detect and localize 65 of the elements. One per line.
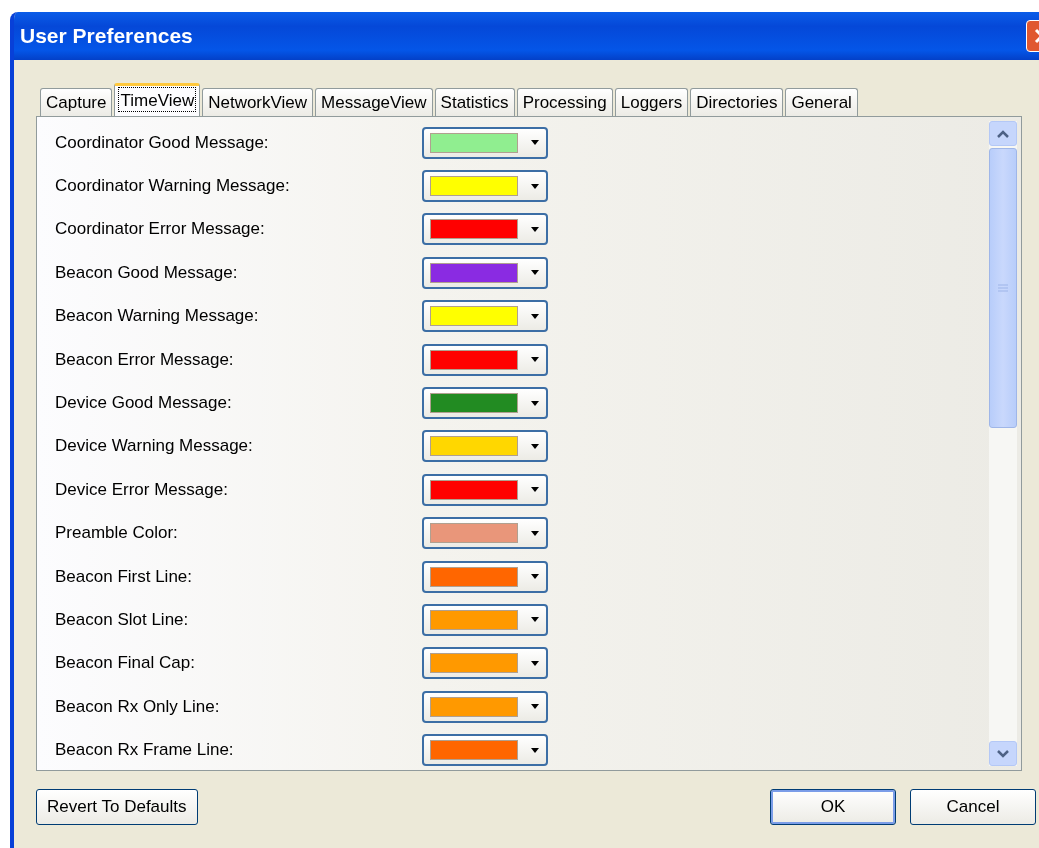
- setting-label: Coordinator Warning Message:: [55, 176, 291, 197]
- caret-icon: [531, 357, 539, 363]
- tab[interactable]: Processing: [516, 88, 613, 116]
- tab[interactable]: General: [785, 88, 858, 116]
- caret-icon: [531, 226, 539, 232]
- chevron-down-icon: [997, 749, 1009, 758]
- cancel-button[interactable]: Cancel: [910, 789, 1036, 825]
- scroll-up-button[interactable]: [989, 121, 1017, 146]
- tab[interactable]: TimeView: [114, 83, 201, 116]
- ok-button[interactable]: OK: [770, 789, 896, 825]
- setting-label: Beacon Slot Line:: [55, 610, 190, 630]
- caret-icon: [531, 270, 539, 276]
- setting-label: Beacon Good Message:: [55, 262, 239, 283]
- caret-icon: [531, 313, 539, 319]
- setting-label: Beacon Final Cap:: [55, 653, 196, 674]
- revert-to-defaults-button[interactable]: Revert To Defaults: [36, 789, 198, 825]
- chevron-up-icon: [997, 129, 1009, 138]
- caret-icon: [531, 704, 539, 710]
- setting-label: Preamble Color:: [55, 523, 179, 544]
- color-dropdown[interactable]: [422, 343, 548, 376]
- caret-icon: [531, 747, 539, 753]
- grip-icon: [998, 284, 1008, 292]
- scroll-down-button[interactable]: [989, 741, 1017, 766]
- caret-icon: [531, 660, 539, 666]
- color-dropdown[interactable]: [422, 300, 548, 333]
- color-dropdown[interactable]: [422, 387, 548, 420]
- setting-label: Device Warning Message:: [55, 436, 254, 457]
- window-title: User Preferences: [20, 24, 194, 48]
- color-dropdown[interactable]: [422, 690, 548, 723]
- color-dropdown[interactable]: [422, 256, 548, 289]
- caret-icon: [531, 530, 539, 536]
- caret-icon: [531, 487, 539, 493]
- setting-label: Coordinator Good Message:: [55, 132, 270, 153]
- color-dropdown[interactable]: [422, 734, 548, 767]
- tab[interactable]: NetworkView: [202, 88, 314, 116]
- color-dropdown[interactable]: [422, 560, 548, 593]
- setting-label: Coordinator Error Message:: [55, 219, 266, 240]
- tab[interactable]: Capture: [40, 88, 113, 116]
- scroll-thumb[interactable]: [989, 148, 1017, 428]
- color-dropdown[interactable]: [422, 170, 548, 203]
- color-dropdown[interactable]: [422, 473, 548, 506]
- setting-label: Device Good Message:: [55, 393, 233, 414]
- caret-icon: [531, 443, 539, 449]
- tab[interactable]: Statistics: [434, 88, 515, 116]
- caret-icon: [531, 140, 539, 146]
- color-dropdown[interactable]: [422, 213, 548, 246]
- tab[interactable]: MessageView: [315, 88, 433, 116]
- color-dropdown[interactable]: [422, 517, 548, 550]
- caret-icon: [531, 400, 539, 406]
- setting-label: Beacon Rx Frame Line:: [55, 740, 235, 761]
- tab[interactable]: Directories: [690, 88, 784, 116]
- setting-label: Device Error Message:: [55, 479, 229, 500]
- color-dropdown[interactable]: [422, 647, 548, 680]
- caret-icon: [531, 617, 539, 623]
- color-dropdown[interactable]: [422, 126, 548, 159]
- setting-label: Beacon First Line:: [55, 566, 193, 587]
- setting-label: Beacon Warning Message:: [55, 306, 260, 327]
- setting-label: Beacon Rx Only Line:: [55, 696, 221, 717]
- color-dropdown[interactable]: [422, 430, 548, 463]
- setting-label: Beacon Error Message:: [55, 349, 235, 370]
- caret-icon: [531, 183, 539, 189]
- color-dropdown[interactable]: [422, 604, 548, 636]
- caret-icon: [531, 574, 539, 580]
- scrollbar[interactable]: [989, 121, 1017, 766]
- tab[interactable]: Loggers: [614, 88, 689, 116]
